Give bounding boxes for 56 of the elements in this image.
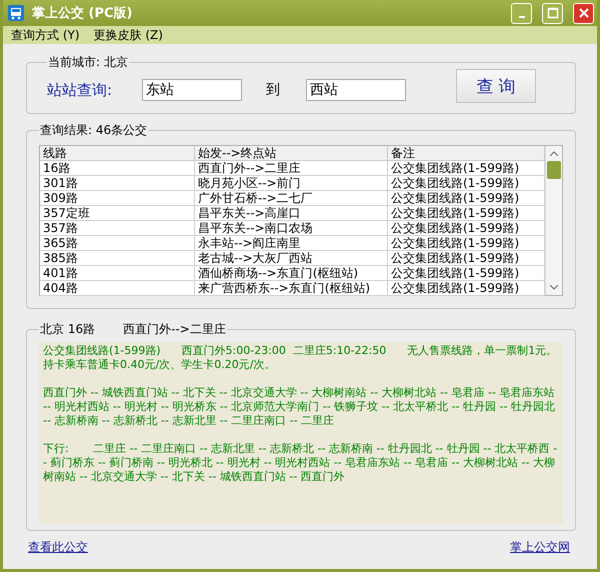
table-cell[interactable]: 昌平东关-->南口农场 — [195, 221, 388, 236]
table-cell[interactable]: 昌平东关-->高崖口 — [195, 206, 388, 221]
footer-link[interactable]: 查看此公交 — [28, 539, 88, 556]
column-header[interactable]: 始发-->终点站 — [195, 146, 388, 161]
table-cell[interactable]: 公交集团线路(1-599路) — [388, 161, 545, 176]
scroll-thumb[interactable] — [547, 161, 561, 179]
table-cell[interactable]: 385路 — [40, 251, 195, 266]
route-paragraph: 西直门外 -- 城铁西直门站 -- 北下关 -- 北京交通大学 -- 大柳树南站 -- 大柳树北站 -- 皂君庙 -- 皂君庙东站 -- 明光村西站 -- 明光村 -- 明光桥东 -- 北京师范大学南门 -- 铁狮子坟 -- 北太平桥北 -- 牡丹园 -- 牡丹园北 -- 志新桥南 -- 志新桥北 -- 志新北里 -- 二里庄南口 -- 二里庄 — [43, 386, 556, 428]
maximize-icon — [546, 7, 558, 19]
table-cell[interactable]: 公交集团线路(1-599路) — [388, 251, 545, 266]
table-cell[interactable]: 404路 — [40, 281, 195, 296]
table-cell[interactable]: 公交集团线路(1-599路) — [388, 221, 545, 236]
menu-item[interactable]: 更换皮肤 (Z) — [94, 26, 163, 44]
table-cell[interactable]: 301路 — [40, 176, 195, 191]
table-cell[interactable]: 西直门外-->二里庄 — [195, 161, 388, 176]
table-cell[interactable]: 公交集团线路(1-599路) — [388, 206, 545, 221]
close-icon — [578, 7, 590, 19]
search-label: 站站查询: — [47, 80, 114, 100]
table-cell[interactable]: 401路 — [40, 266, 195, 281]
minimize-icon — [518, 16, 524, 18]
table-cell[interactable]: 老古城-->大灰厂西站 — [195, 251, 388, 266]
table-cell[interactable]: 公交集团线路(1-599路) — [388, 236, 545, 251]
maximize-button[interactable] — [542, 2, 563, 24]
menu-item[interactable]: 查询方式 (Y) — [11, 26, 80, 44]
group-legend: 当前城市: 北京 — [48, 54, 128, 71]
column-header[interactable]: 备注 — [388, 146, 545, 161]
table-cell[interactable]: 365路 — [40, 236, 195, 251]
table-cell[interactable]: 来广营西桥东-->东直门(枢纽站) — [195, 281, 388, 296]
table-cell[interactable]: 公交集团线路(1-599路) — [388, 191, 545, 206]
table-cell[interactable]: 公交集团线路(1-599路) — [388, 176, 545, 191]
table-cell[interactable]: 永丰站-->阎庄南里 — [195, 236, 388, 251]
route-legend: 西直门外-->二里庄 — [123, 321, 226, 338]
from-station-field[interactable]: 东站 — [142, 79, 242, 101]
scrollbar[interactable] — [545, 146, 562, 295]
footer-link[interactable]: 掌上公交网 — [510, 539, 570, 556]
to-label: 到 — [266, 81, 280, 99]
table-cell[interactable]: 309路 — [40, 191, 195, 206]
column-header[interactable]: 线路 — [40, 146, 195, 161]
table-cell[interactable]: 公交集团线路(1-599路) — [388, 281, 545, 296]
table-cell[interactable]: 357定班 — [40, 206, 195, 221]
route-paragraph: 公交集团线路(1-599路) 西直门外5:00-23:00 二里庄5:10-22:50 无人售票线路，单一票制1元。持卡乘车普通卡0.40元/次、学生卡0.20元/次。 — [43, 344, 558, 372]
table-cell[interactable]: 357路 — [40, 221, 195, 236]
query-button[interactable]: 查 询 — [456, 69, 536, 103]
minimize-button[interactable] — [511, 2, 532, 24]
close-button[interactable] — [573, 2, 594, 24]
table-cell[interactable]: 酒仙桥商场-->东直门(枢纽站) — [195, 266, 388, 281]
group-legend: 查询结果: 46条公交 — [40, 122, 148, 139]
group-legend: 北京 16路 — [40, 321, 96, 338]
table-cell[interactable]: 晓月苑小区-->前门 — [195, 176, 388, 191]
table-cell[interactable]: 16路 — [40, 161, 195, 176]
bus-icon — [8, 5, 24, 21]
table-cell[interactable]: 广外甘石桥-->二七厂 — [195, 191, 388, 206]
route-paragraph: 下行: 二里庄 -- 二里庄南口 -- 志新北里 -- 志新桥北 -- 志新桥南 -- 牡丹园北 -- 牡丹园 -- 北太平桥西 -- 蓟门桥东 -- 蓟门桥南 -- 明光桥北 -- 明光村 -- 明光村西站 -- 皂君庙东站 -- 皂君庙 -- 大柳树北站 -- 大柳树南站 -- 北京交通大学 -- 北下关 -- 城铁西直门站 -- 西直门外 — [43, 442, 558, 484]
table-cell[interactable]: 公交集团线路(1-599路) — [388, 266, 545, 281]
to-station-field[interactable]: 西站 — [306, 79, 406, 101]
window-title: 掌上公交 (PC版) — [32, 4, 134, 22]
